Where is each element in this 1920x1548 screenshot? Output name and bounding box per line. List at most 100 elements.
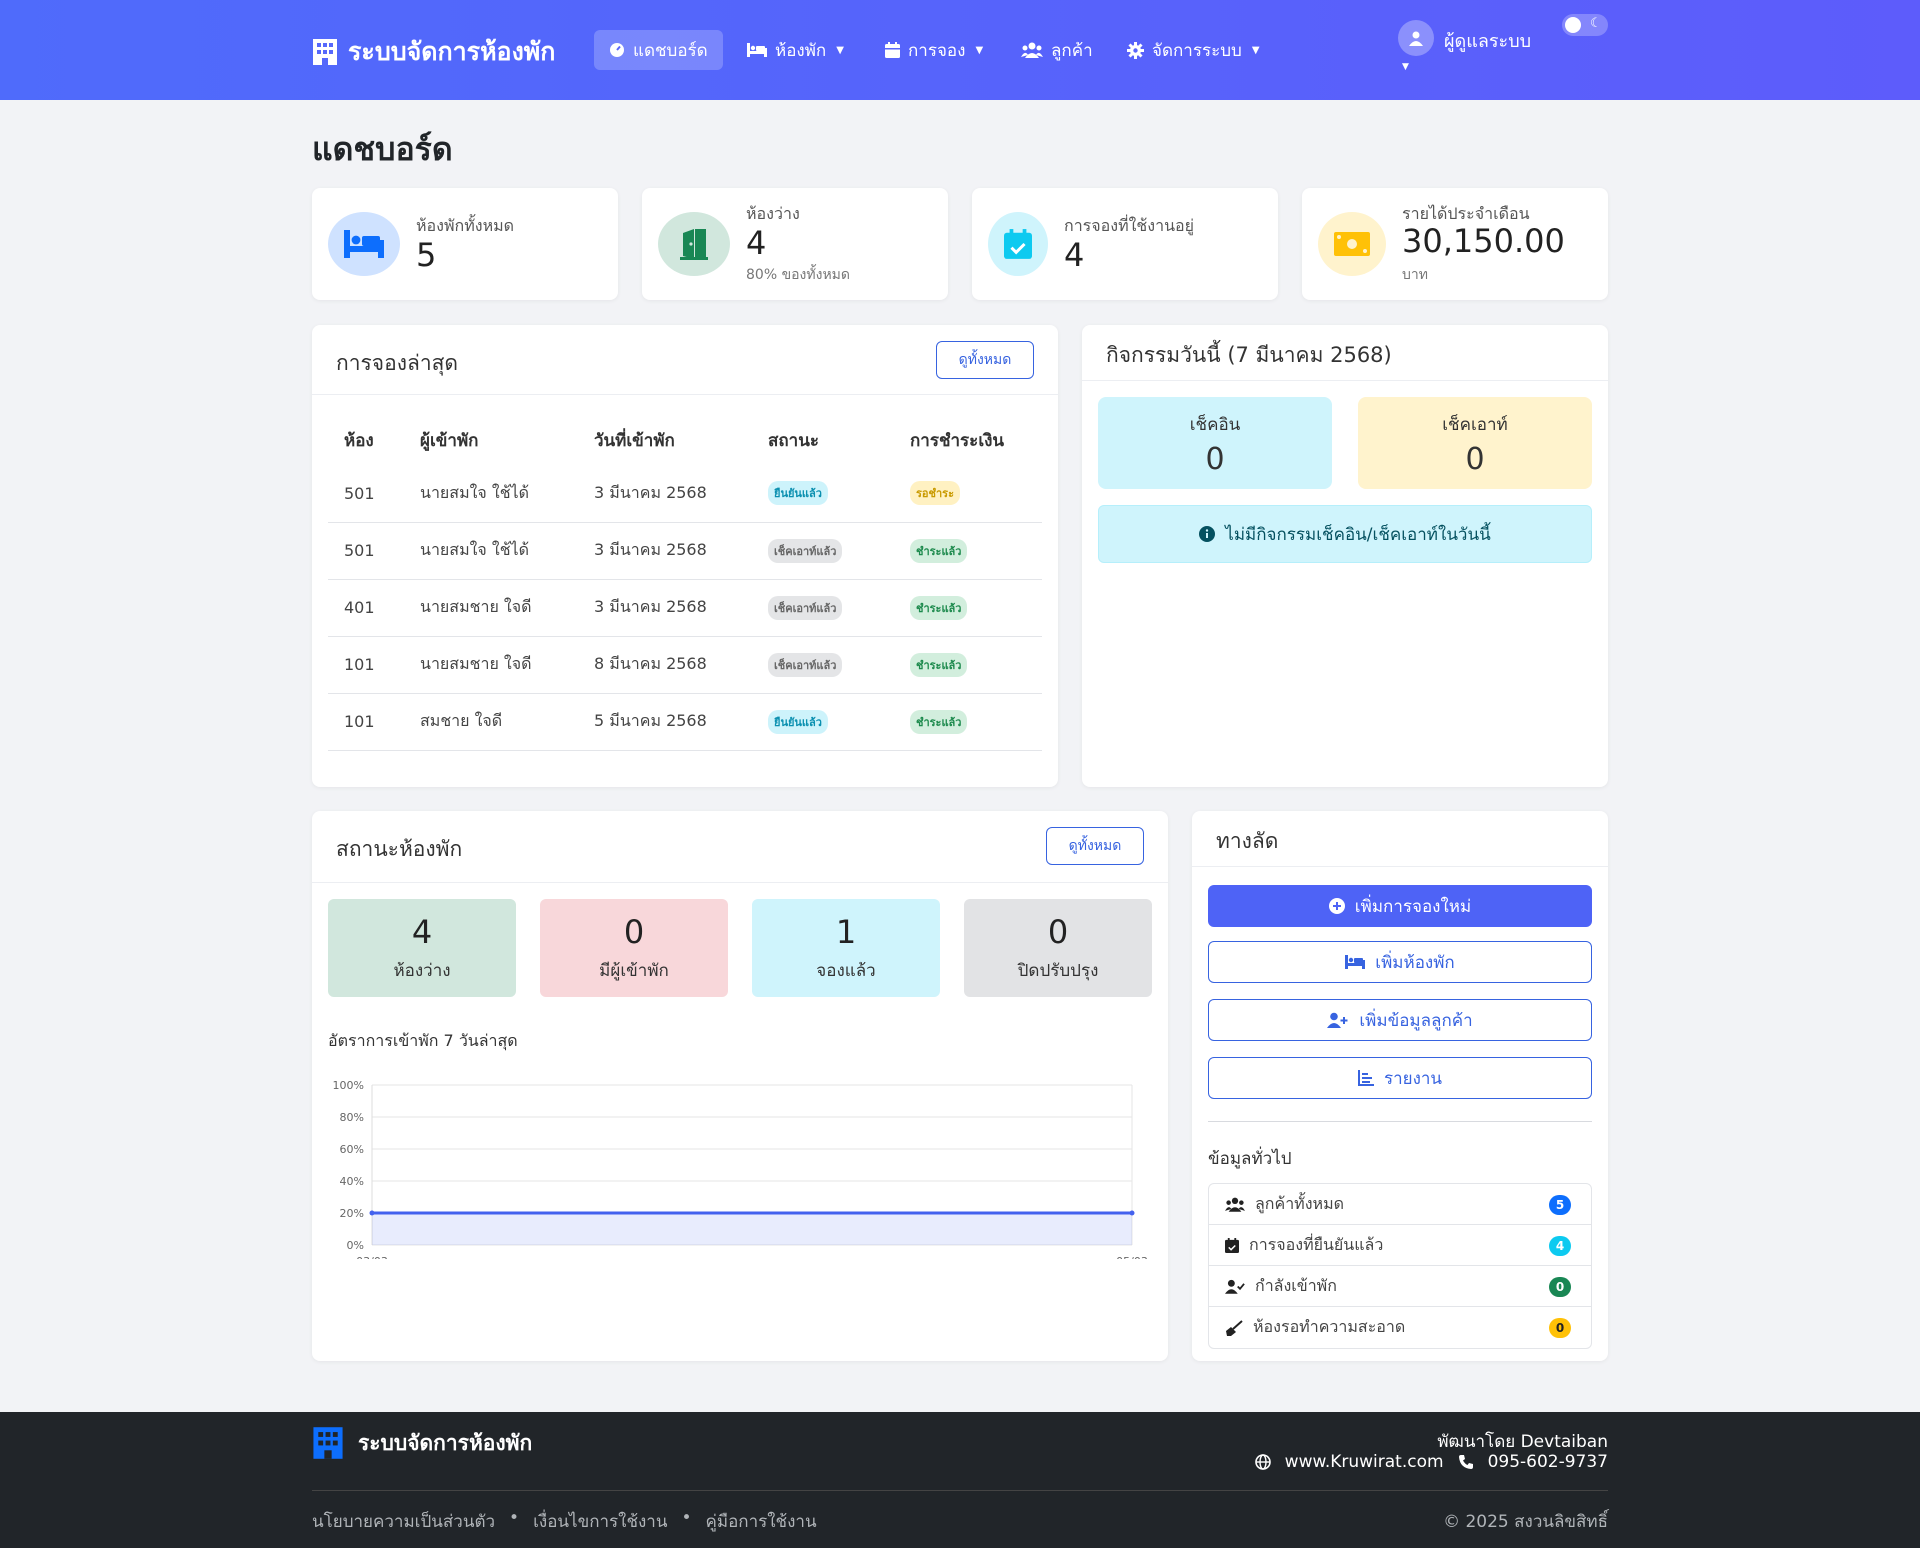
stat-sub: บาท — [1402, 267, 1428, 283]
calendar-check-icon — [1004, 229, 1032, 259]
payment-badge: ชำระแล้ว — [910, 652, 968, 677]
checkout-label: เช็คเอาท์ — [1442, 415, 1508, 435]
cell-date: 5 มีนาคม 2568 — [578, 693, 752, 751]
list-item[interactable]: ห้องรอทำความสะอาด 0 — [1209, 1307, 1591, 1348]
payment-badge: ชำระแล้ว — [910, 709, 968, 734]
theme-toggle[interactable]: ☾ — [1562, 14, 1608, 36]
website-link[interactable]: www.Kruwirat.com — [1285, 1452, 1444, 1472]
phone-number[interactable]: 095-602-9737 — [1488, 1452, 1608, 1472]
stat-card-active-bookings: การจองที่ใช้งานอยู่ 4 — [972, 188, 1278, 300]
door-icon — [680, 229, 708, 260]
user-plus-icon — [1327, 1012, 1348, 1028]
user-icon — [1409, 31, 1423, 46]
cell-date: 3 มีนาคม 2568 — [578, 522, 752, 580]
report-button[interactable]: รายงาน — [1208, 1057, 1592, 1099]
status-badge: ยืนยันแล้ว — [768, 709, 828, 734]
list-item[interactable]: ลูกค้าทั้งหมด 5 — [1209, 1184, 1591, 1225]
room-count: 1 — [835, 913, 857, 951]
checkin-label: เช็คอิน — [1189, 415, 1241, 435]
footer: ระบบจัดการห้องพัก พัฒนาโดย Devtaiban www… — [0, 1412, 1920, 1548]
bed-icon — [747, 43, 767, 57]
info-label: กำลังเข้าพัก — [1255, 1275, 1337, 1295]
footer-brand-text: ระบบจัดการห้องพัก — [358, 1430, 533, 1455]
privacy-link[interactable]: นโยบายความเป็นส่วนตัว — [312, 1508, 495, 1535]
brand-text: ระบบจัดการห้องพัก — [348, 37, 556, 66]
count-badge: 0 — [1549, 1277, 1571, 1297]
add-customer-button[interactable]: เพิ่มข้อมูลลูกค้า — [1208, 999, 1592, 1041]
chart-icon — [1357, 1070, 1374, 1086]
brand[interactable]: ระบบจัดการห้องพัก — [312, 32, 555, 72]
room-maintenance-box[interactable]: 0 ปิดปรับปรุง — [964, 899, 1152, 997]
room-count: 0 — [623, 913, 645, 951]
shortcuts-card: ทางลัด เพิ่มการจองใหม่ เพิ่มห้องพัก เพิ่… — [1192, 811, 1608, 1361]
table-row[interactable]: 401 นายสมชาย ใจดี 3 มีนาคม 2568 เช็คเอาท… — [328, 579, 1042, 637]
stat-icon-wrap — [328, 212, 400, 276]
nav-rooms[interactable]: ห้องพัก ▼ — [732, 30, 859, 70]
user-name: ผู้ดูแลระบบ — [1444, 31, 1532, 52]
y-tick-label: 0% — [347, 1239, 364, 1252]
button-label: เพิ่มห้องพัก — [1375, 952, 1455, 973]
cell-guest: นายสมชาย ใจดี — [404, 636, 578, 694]
y-tick-label: 40% — [340, 1175, 364, 1188]
card-header: กิจกรรมวันนี้ (7 มีนาคม 2568) — [1082, 325, 1608, 381]
navbar: ระบบจัดการห้องพัก แดชบอร์ด ห้องพัก ▼ การจ… — [0, 0, 1920, 100]
table-row[interactable]: 501 นายสมใจ ใช้ได้ 3 มีนาคม 2568 ยืนยันแ… — [328, 465, 1042, 523]
y-tick-label: 80% — [340, 1111, 364, 1124]
stat-value: 5 — [416, 236, 437, 274]
room-status-label: ปิดปรับปรุง — [1017, 961, 1099, 981]
y-tick-label: 20% — [340, 1207, 364, 1220]
footer-contact: www.Kruwirat.com 095-602-9737 — [1254, 1452, 1608, 1472]
data-point — [1129, 1210, 1135, 1216]
info-list: ลูกค้าทั้งหมด 5 การจองที่ยืนยันแล้ว 4 กำ… — [1208, 1183, 1592, 1349]
gear-icon — [1127, 41, 1144, 59]
plus-circle-icon — [1328, 898, 1345, 914]
nav-customers[interactable]: ลูกค้า — [1006, 30, 1108, 70]
list-item[interactable]: กำลังเข้าพัก 0 — [1209, 1266, 1591, 1307]
separator-dot: • — [509, 1508, 520, 1528]
checkout-value: 0 — [1465, 442, 1485, 477]
divider — [1208, 1121, 1592, 1122]
col-payment: การชำระเงิน — [910, 430, 1005, 451]
table-row[interactable]: 101 สมชาย ใจดี 5 มีนาคม 2568 ยืนยันแล้ว … — [328, 693, 1042, 751]
users-icon — [1225, 1197, 1245, 1212]
room-occupied-box[interactable]: 0 มีผู้เข้าพัก — [540, 899, 728, 997]
bookings-table: ห้อง ผู้เข้าพัก วันที่เข้าพัก สถานะ การช… — [328, 415, 1042, 751]
nav-rooms-label: ห้องพัก — [775, 40, 827, 61]
stat-value: 4 — [746, 224, 767, 262]
room-reserved-box[interactable]: 1 จองแล้ว — [752, 899, 940, 997]
avatar — [1398, 20, 1434, 56]
copyright: © 2025 สงวนลิขสิทธิ์ — [1443, 1512, 1608, 1532]
room-status-label: มีผู้เข้าพัก — [599, 961, 669, 981]
room-available-box[interactable]: 4 ห้องว่าง — [328, 899, 516, 997]
calendar-icon — [885, 42, 900, 58]
col-room: ห้อง — [344, 430, 374, 451]
bed-icon — [344, 230, 384, 258]
checkin-box: เช็คอิน 0 — [1098, 397, 1332, 489]
page-title: แดชบอร์ด — [312, 130, 453, 168]
count-badge: 4 — [1549, 1236, 1571, 1256]
nav-dashboard[interactable]: แดชบอร์ด — [594, 30, 723, 70]
table-row[interactable]: 501 นายสมใจ ใช้ได้ 3 มีนาคม 2568 เช็คเอา… — [328, 522, 1042, 580]
status-badge: เช็คเอาท์แล้ว — [768, 538, 843, 563]
occupancy-chart: 100% 80% 60% 40% 20% 0% 03/03 05/03 — [333, 1079, 1148, 1259]
users-icon — [1021, 42, 1043, 58]
list-item[interactable]: การจองที่ยืนยันแล้ว 4 — [1209, 1225, 1591, 1266]
view-all-rooms-button[interactable]: ดูทั้งหมด — [1046, 827, 1144, 865]
table-row[interactable]: 101 นายสมชาย ใจดี 8 มีนาคม 2568 เช็คเอาท… — [328, 636, 1042, 694]
payment-badge: ชำระแล้ว — [910, 538, 968, 563]
view-all-bookings-button[interactable]: ดูทั้งหมด — [936, 341, 1034, 379]
manual-link[interactable]: คู่มือการใช้งาน — [706, 1508, 817, 1535]
button-label: เพิ่มข้อมูลลูกค้า — [1359, 1010, 1473, 1031]
chevron-down-icon: ▼ — [836, 44, 844, 56]
nav-settings[interactable]: จัดการระบบ ▼ — [1112, 30, 1275, 70]
terms-link[interactable]: เงื่อนไขการใช้งาน — [533, 1508, 667, 1535]
x-tick-label: 03/03 — [356, 1255, 388, 1259]
room-count: 0 — [1047, 913, 1069, 951]
separator-dot: • — [681, 1508, 692, 1528]
chevron-down-icon: ▼ — [1402, 62, 1409, 72]
col-date: วันที่เข้าพัก — [594, 430, 675, 451]
nav-bookings[interactable]: การจอง ▼ — [870, 30, 998, 70]
card-title: กิจกรรมวันนี้ (7 มีนาคม 2568) — [1106, 343, 1392, 367]
add-booking-button[interactable]: เพิ่มการจองใหม่ — [1208, 885, 1592, 927]
add-room-button[interactable]: เพิ่มห้องพัก — [1208, 941, 1592, 983]
